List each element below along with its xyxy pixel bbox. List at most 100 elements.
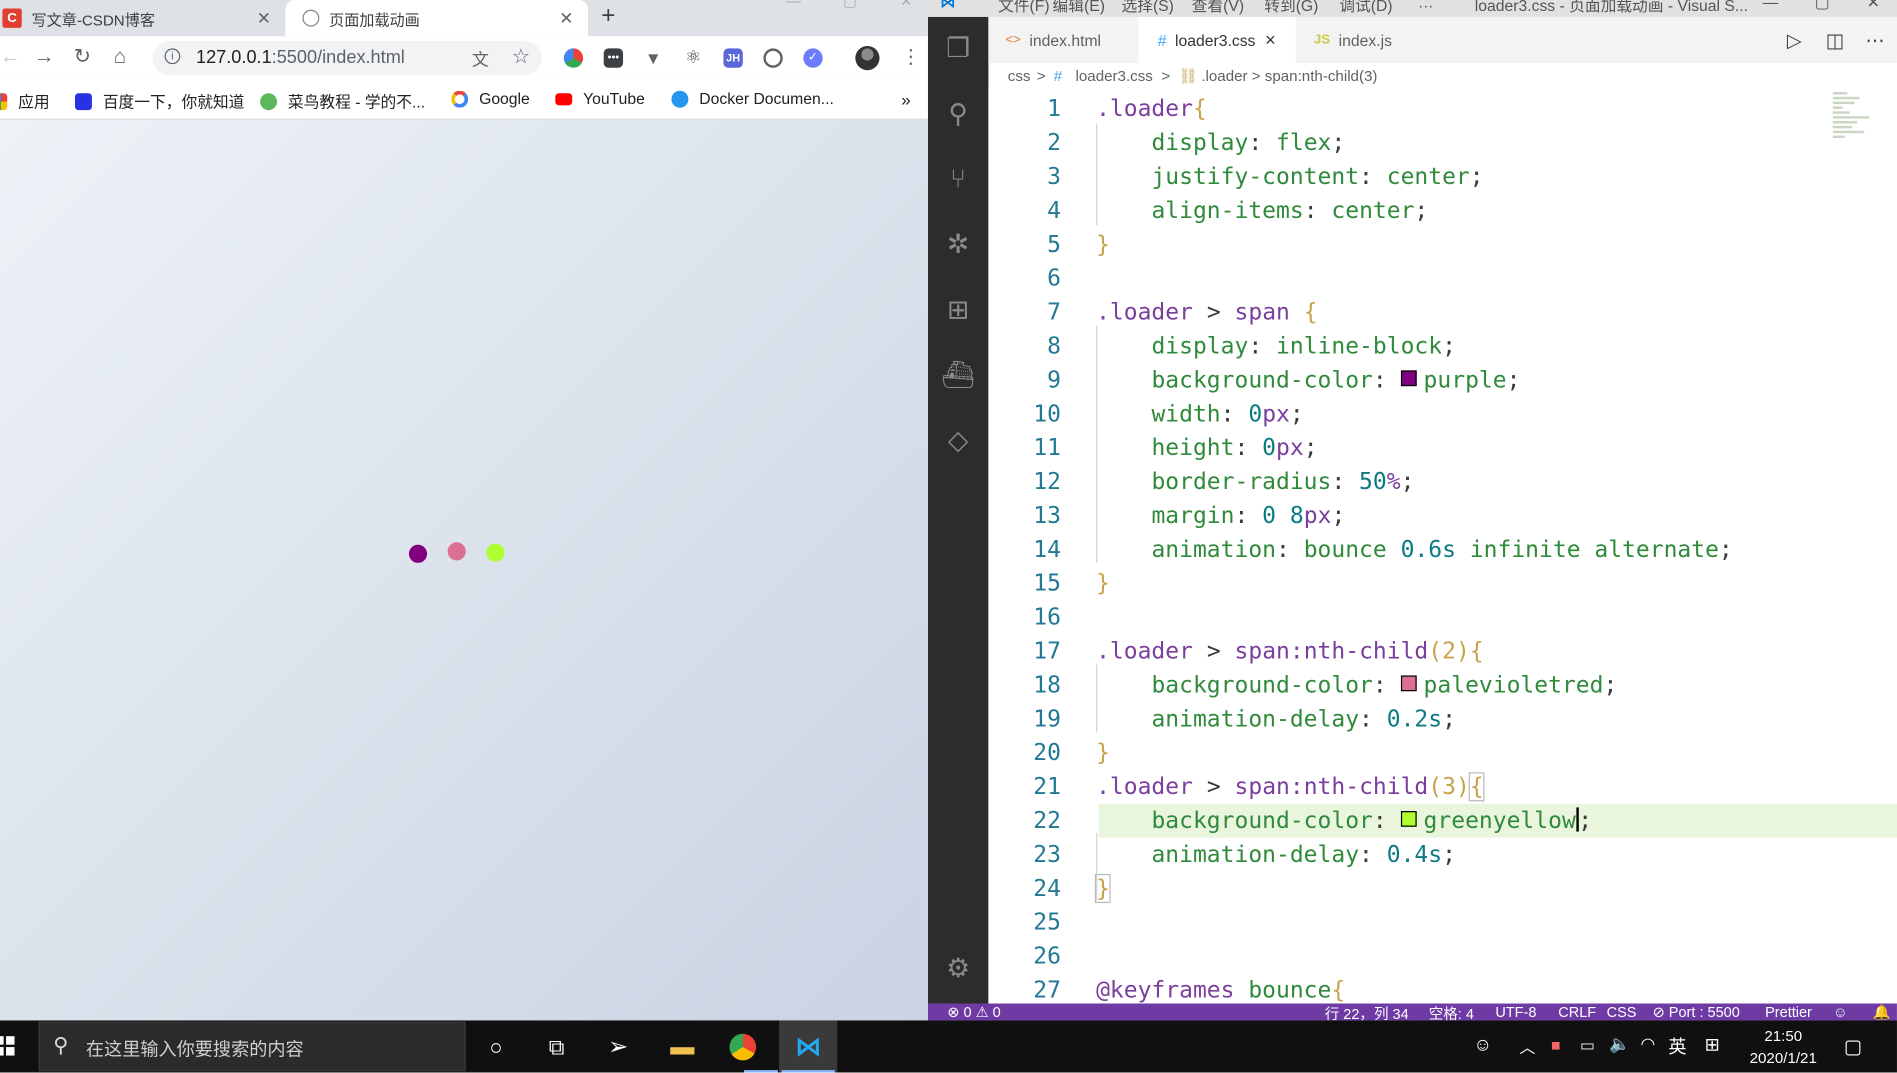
windows-start-icon[interactable] [0, 1036, 15, 1056]
minimize-icon[interactable]: — [786, 0, 801, 10]
color-swatch-purple[interactable] [1400, 370, 1417, 387]
run-icon[interactable]: ▷ [1787, 29, 1802, 53]
close-window-icon[interactable]: ✕ [1867, 0, 1880, 12]
remote-explorer-icon[interactable]: ◇ [941, 424, 975, 458]
css-number: 50 [1359, 468, 1387, 496]
notifications-icon[interactable]: 🔔 [1873, 1004, 1891, 1021]
people-icon[interactable]: ☺ [1474, 1035, 1493, 1056]
vue-devtools-icon[interactable]: ▼ [644, 48, 663, 67]
menu-selection[interactable]: 选择(S) [1121, 0, 1173, 16]
bookmark-runoob[interactable]: 菜鸟教程 - 学的不... [260, 90, 425, 113]
bookmark-youtube[interactable]: YouTube [555, 90, 645, 108]
feedback-icon[interactable]: ☺ [1833, 1004, 1848, 1021]
line-number: 13 [1033, 502, 1061, 529]
encoding[interactable]: UTF-8 [1495, 1004, 1536, 1021]
forward-icon[interactable]: → [34, 45, 55, 69]
file-explorer-icon[interactable]: ▬ [668, 1033, 697, 1062]
target-extension-icon[interactable] [763, 48, 783, 68]
selector: .loader [1096, 298, 1193, 326]
language-mode[interactable]: CSS [1607, 1004, 1637, 1021]
close-tab-icon[interactable]: ✕ [559, 8, 573, 29]
browser-tab-csdn[interactable]: C 写文章-CSDN博客 ✕ [0, 0, 286, 36]
breadcrumb-separator: > [1161, 67, 1171, 85]
taskbar-search[interactable]: ⚲ 在这里输入你要搜索的内容 [38, 1021, 466, 1072]
taskbar-clock[interactable]: 21:50 2020/1/21 [1740, 1025, 1827, 1069]
split-editor-icon[interactable]: ◫ [1826, 29, 1844, 53]
line-number: 7 [1047, 298, 1061, 326]
reload-icon[interactable]: ↻ [74, 45, 91, 69]
new-tab-button[interactable]: + [601, 2, 615, 30]
source-control-icon[interactable]: ⑂ [941, 162, 975, 196]
menu-view[interactable]: 查看(V) [1192, 0, 1244, 16]
end-of-line[interactable]: CRLF [1558, 1004, 1596, 1021]
more-actions-icon[interactable]: ⋯ [1866, 29, 1885, 53]
battery-icon[interactable]: ▭ [1580, 1036, 1595, 1055]
minimize-icon[interactable]: — [1763, 0, 1779, 11]
breadcrumb-symbol[interactable]: .loader > span:nth-child(3) [1201, 68, 1377, 85]
more-bookmarks-button[interactable]: » [901, 90, 910, 109]
jh-extension-icon[interactable]: JH [723, 48, 743, 68]
code-editor[interactable]: 1 .loader{ 2 display: flex; 3 justify-con… [988, 89, 1897, 1004]
task-view-icon[interactable]: ⧉ [542, 1033, 571, 1062]
browser-tab-active[interactable]: 页面加载动画 ✕ [285, 0, 588, 37]
check-extension-icon[interactable]: ✓ [803, 48, 823, 68]
docker-icon[interactable]: ⛴ [941, 358, 975, 392]
menu-kebab-icon[interactable]: ⋮ [901, 48, 920, 67]
close-tab-icon[interactable]: × [1265, 30, 1276, 51]
menu-debug[interactable]: 调试(D) [1339, 0, 1392, 16]
menu-go[interactable]: 转到(G) [1264, 0, 1318, 16]
star-icon[interactable]: ☆ [512, 45, 530, 69]
ime-mode-icon[interactable]: ⊞ [1705, 1034, 1720, 1056]
address-bar[interactable]: i 127.0.0.1:5500/index.html 文 ☆ [152, 41, 542, 76]
menu-more[interactable]: … [1418, 0, 1434, 11]
chrome-icon[interactable] [729, 1033, 757, 1061]
bookmark-google[interactable]: Google [451, 90, 530, 108]
chevron-up-icon[interactable]: ︿ [1520, 1035, 1536, 1058]
tab-label: index.html [1029, 30, 1102, 50]
breadcrumb-file[interactable]: loader3.css [1076, 68, 1153, 85]
maximize-icon[interactable]: ▢ [843, 0, 857, 10]
tab-loader3-css[interactable]: # loader3.css × [1138, 16, 1296, 63]
tab-index-html[interactable]: <> index.html [988, 17, 1136, 63]
problems-indicator[interactable]: ⊗ 0 ⚠ 0 [947, 1004, 1000, 1021]
bookmark-docker[interactable]: Docker Documen... [671, 90, 834, 108]
back-icon[interactable]: ← [0, 45, 21, 69]
tab-index-js[interactable]: JS index.js [1297, 17, 1442, 63]
color-swatch-greenyellow[interactable] [1400, 811, 1417, 827]
live-server-port[interactable]: ⊘ Port : 5500 [1653, 1004, 1740, 1021]
notification-center-icon[interactable]: ▢ [1844, 1035, 1862, 1059]
breadcrumb-folder[interactable]: css [1008, 68, 1031, 85]
send-arrow-app-icon[interactable]: ➢ [604, 1033, 633, 1062]
color-swatch-palevioletred[interactable] [1400, 675, 1417, 692]
close-window-icon[interactable]: ✕ [900, 0, 912, 10]
cortana-icon[interactable]: ○ [482, 1033, 511, 1062]
search-icon[interactable]: ⚲ [941, 97, 975, 131]
menu-file[interactable]: 文件(F) [998, 0, 1050, 16]
maximize-icon[interactable]: ▢ [1815, 0, 1830, 12]
profile-avatar[interactable] [855, 45, 880, 71]
menu-edit[interactable]: 编辑(E) [1053, 0, 1105, 16]
extension-dots-icon[interactable]: ••• [603, 48, 624, 68]
extension-color-icon[interactable] [563, 48, 584, 68]
debug-icon[interactable]: ✲ [941, 228, 975, 262]
css-property: animation-delay [1151, 705, 1360, 733]
indentation[interactable]: 空格: 4 [1429, 1004, 1474, 1021]
wifi-icon[interactable]: ◠ [1640, 1034, 1655, 1055]
extensions-icon[interactable]: ⊞ [941, 293, 975, 327]
cursor-position[interactable]: 行 22，列 34 [1325, 1004, 1409, 1021]
react-devtools-icon[interactable]: ⚛ [684, 48, 703, 67]
translate-icon[interactable]: 文 [472, 47, 489, 71]
settings-gear-icon[interactable]: ⚙ [941, 951, 975, 985]
home-icon[interactable]: ⌂ [114, 45, 126, 69]
info-icon[interactable]: i [164, 48, 181, 65]
bookmark-baidu[interactable]: 百度一下，你就知道 [75, 90, 244, 113]
tray-app-icon[interactable]: ■ [1551, 1036, 1561, 1054]
prettier-status[interactable]: Prettier [1765, 1004, 1812, 1021]
bookmark-apps[interactable]: 应用 [0, 90, 50, 113]
volume-icon[interactable]: 🔈 [1609, 1034, 1630, 1055]
explorer-icon[interactable]: ❐ [941, 31, 975, 65]
ime-indicator[interactable]: 英 [1668, 1034, 1686, 1059]
close-tab-icon[interactable]: ✕ [257, 8, 271, 29]
vscode-taskbar-button[interactable]: ⋈ [779, 1020, 838, 1073]
minimap[interactable] [1832, 90, 1881, 163]
